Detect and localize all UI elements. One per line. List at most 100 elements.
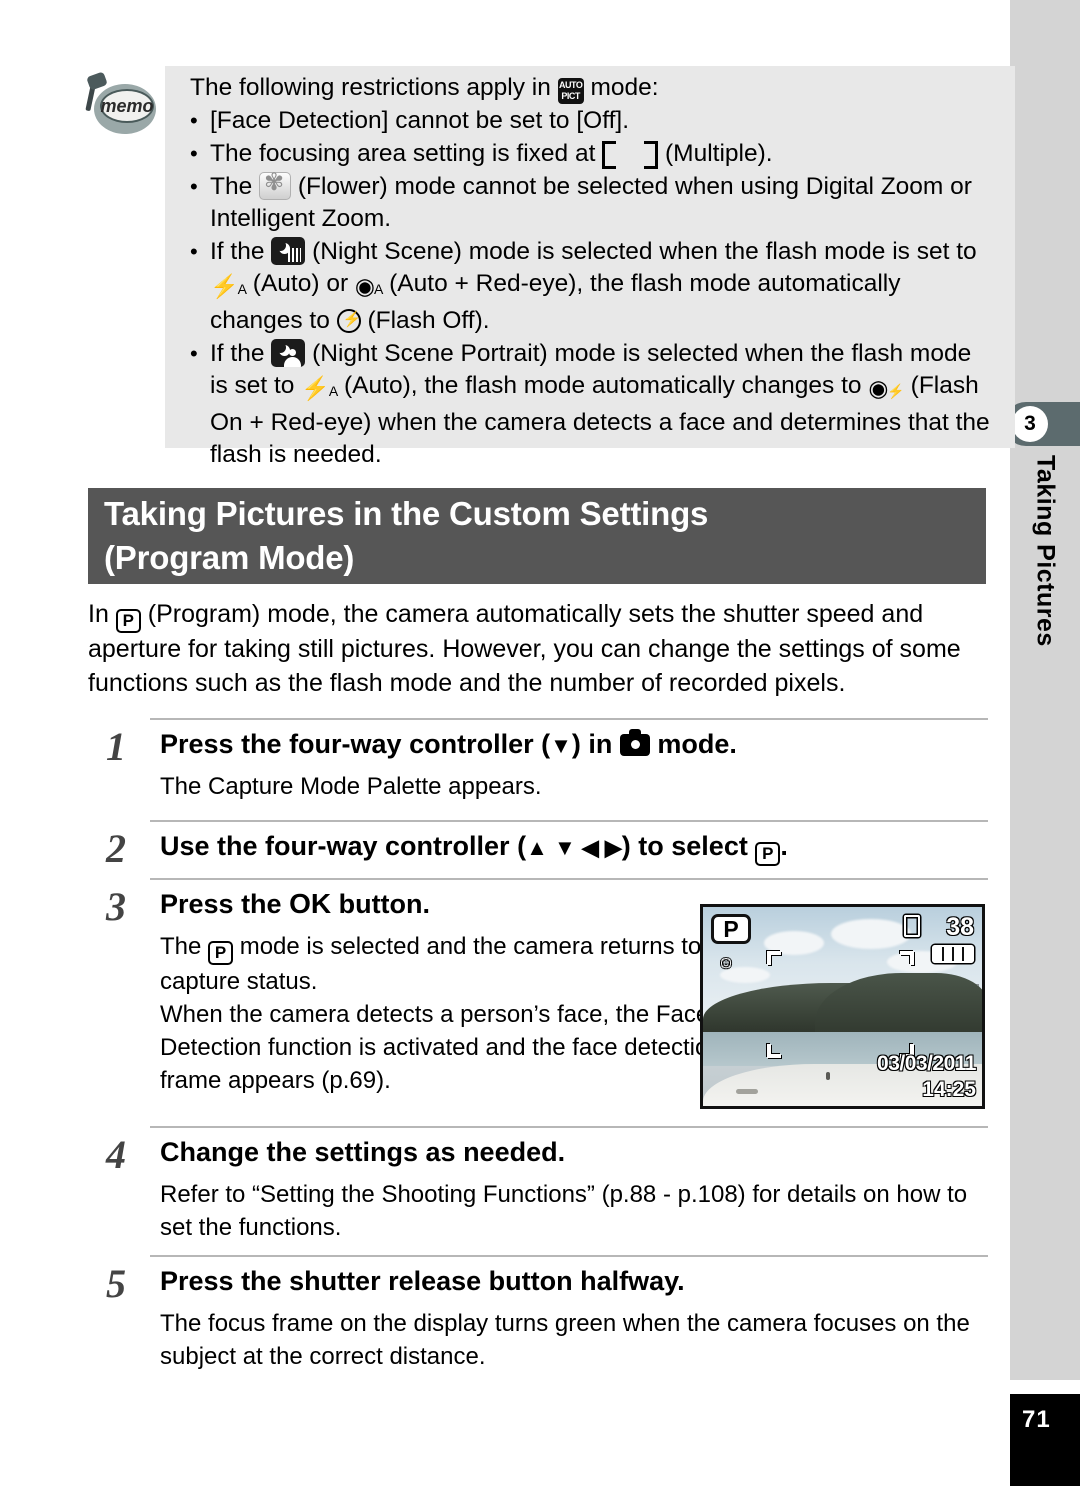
chapter-label-text: Taking Pictures	[1031, 455, 1060, 647]
step-heading-pre: Press the	[160, 889, 290, 919]
bullet-seg-text: If the	[210, 340, 272, 367]
step-number: 4	[106, 1132, 126, 1177]
auto-pict-mode-icon: AUTO PICT	[557, 78, 584, 104]
step-rule	[150, 1126, 988, 1128]
four-way-arrows-icon: ▲ ▼ ◀ ▶	[526, 835, 622, 860]
auto-pict-top: AUTO	[559, 80, 583, 90]
flash-auto-redeye-icon: ◉A	[354, 273, 383, 299]
memo-pin-head	[86, 71, 108, 91]
step-body-line1: The P mode is selected and the camera re…	[160, 930, 760, 998]
step-number: 1	[106, 724, 126, 769]
bullet-text: If the (Night Scene) mode is selected wh…	[210, 236, 990, 337]
step-heading-mid: ) in	[571, 729, 620, 759]
bullet-dot: •	[190, 341, 198, 366]
bullet-seg-text: (Multiple).	[658, 140, 773, 167]
lcd-remaining-shots: 38	[946, 913, 974, 941]
battery-full-icon	[932, 945, 974, 963]
multiple-focus-frame-icon	[602, 141, 659, 169]
body-pre: The	[160, 933, 209, 960]
step-rule	[150, 718, 988, 720]
bullet-seg-text: (Auto), the flash mode automatically cha…	[337, 372, 869, 399]
lcd-time: 14:25	[922, 1078, 976, 1101]
page-number: 71	[1022, 1406, 1051, 1433]
bullet-seg-text: (Flower) mode cannot be selected when us…	[210, 173, 972, 232]
bullet-text: The (Flower) mode cannot be selected whe…	[210, 169, 990, 235]
step-body: The P mode is selected and the camera re…	[160, 930, 760, 1097]
step-number: 3	[106, 884, 126, 929]
page-number-block: 71	[1010, 1394, 1080, 1486]
lcd-cloud	[831, 918, 912, 949]
lcd-focus-corner	[767, 1044, 781, 1058]
night-scene-portrait-mode-icon	[271, 339, 306, 367]
section-heading-bar: Taking Pictures in the Custom Settings (…	[88, 488, 986, 584]
camera-lcd-screenshot: P ☺ 38 03/03/2011 14:25	[700, 904, 985, 1109]
auto-pict-bottom: PICT	[561, 91, 580, 101]
step-heading-post: .	[780, 831, 788, 861]
program-mode-icon: P	[755, 842, 781, 866]
bullet-text: If the (Night Scene Portrait) mode is se…	[210, 338, 990, 471]
step-heading-post: mode.	[649, 729, 737, 759]
bullet-seg-text: The focusing area setting is fixed at	[210, 140, 603, 167]
bullet-seg-text: If the	[210, 238, 272, 265]
lcd-focus-corner	[767, 951, 781, 965]
memo-intro-pre: The following restrictions apply in	[190, 74, 558, 101]
memo-bullet-night-scene-portrait: • If the (Night Scene Portrait) mode is …	[190, 338, 990, 471]
program-mode-icon: P	[115, 609, 141, 633]
step-heading: Use the four-way controller (▲ ▼ ◀ ▶) to…	[160, 828, 990, 866]
camera-capture-mode-icon	[619, 729, 650, 756]
step-heading: Press the shutter release button halfway…	[160, 1266, 685, 1296]
step-5: 5 Press the shutter release button halfw…	[88, 1255, 988, 1385]
flash-off-icon	[336, 308, 361, 333]
bullet-text: [Face Detection] cannot be set to [Off].	[210, 105, 990, 137]
lcd-focus-corner	[900, 951, 914, 965]
memory-card-icon	[904, 915, 920, 937]
bullet-seg-text: (Night Scene) mode is selected when the …	[305, 238, 977, 265]
memo-bullet-night-scene: • If the (Night Scene) mode is selected …	[190, 236, 990, 337]
lcd-person	[825, 1072, 830, 1081]
manual-page: 3 Taking Pictures 71 memo The following …	[0, 0, 1080, 1486]
flower-mode-icon	[259, 169, 292, 200]
down-arrow-icon: ▼	[550, 733, 572, 758]
memo-bullet-focusing-area: • The focusing area setting is fixed at …	[190, 138, 990, 170]
step-rule	[150, 878, 988, 880]
flash-auto-icon: ⚡A	[301, 375, 338, 401]
step-number: 2	[106, 826, 126, 871]
step-body: The Capture Mode Palette appears.	[160, 773, 542, 800]
step-1: 1 Press the four-way controller (▼) in m…	[88, 718, 988, 818]
bullet-seg-text: The	[210, 173, 260, 200]
step-4: 4 Change the settings as needed. Refer t…	[88, 1126, 988, 1256]
intro-paragraph: In P (Program) mode, the camera automati…	[88, 598, 988, 700]
program-mode-icon: P	[208, 941, 234, 965]
section-title-line1: Taking Pictures in the Custom Settings	[104, 495, 709, 532]
section-title: Taking Pictures in the Custom Settings (…	[104, 492, 974, 580]
intro-post: (Program) mode, the camera automatically…	[88, 600, 961, 697]
memo-intro: The following restrictions apply in AUTO…	[190, 72, 990, 104]
chapter-number: 3	[1012, 406, 1048, 442]
lcd-mode-badge: P	[711, 914, 751, 944]
bullet-dot: •	[190, 108, 198, 133]
step-heading: Press the four-way controller (▼) in mod…	[160, 726, 990, 764]
step-body: The focus frame on the display turns gre…	[160, 1310, 970, 1370]
step-body: Refer to “Setting the Shooting Functions…	[160, 1181, 968, 1241]
step-rule	[150, 1255, 988, 1257]
lcd-date: 03/03/2011	[877, 1052, 976, 1075]
memo-label: memo	[100, 89, 154, 123]
intro-pre: In	[88, 600, 116, 628]
bullet-text: The focusing area setting is fixed at (M…	[210, 138, 990, 170]
step-heading: Change the settings as needed.	[160, 1137, 566, 1167]
body-post: mode is selected and the camera returns …	[160, 933, 702, 995]
face-detection-icon: ☺	[717, 953, 735, 972]
lcd-beach-debris	[736, 1089, 759, 1095]
step-heading-mid: ) to select	[621, 831, 756, 861]
step-body-line2: When the camera detects a person’s face,…	[160, 1001, 722, 1094]
bullet-dot: •	[190, 239, 198, 264]
memo-bullet-face-detection: • [Face Detection] cannot be set to [Off…	[190, 105, 990, 137]
chapter-label: Taking Pictures	[1010, 455, 1080, 855]
memo-icon: memo	[80, 71, 168, 144]
memo-content: The following restrictions apply in AUTO…	[190, 72, 990, 471]
flash-auto-icon: ⚡A	[210, 273, 247, 299]
bullet-seg-text: [Face Detection] cannot be set to [Off].	[210, 107, 630, 134]
bullet-dot: •	[190, 174, 198, 199]
flash-on-redeye-icon: ◉⚡	[868, 375, 905, 401]
bullet-seg-text: (Flash Off).	[360, 307, 490, 334]
